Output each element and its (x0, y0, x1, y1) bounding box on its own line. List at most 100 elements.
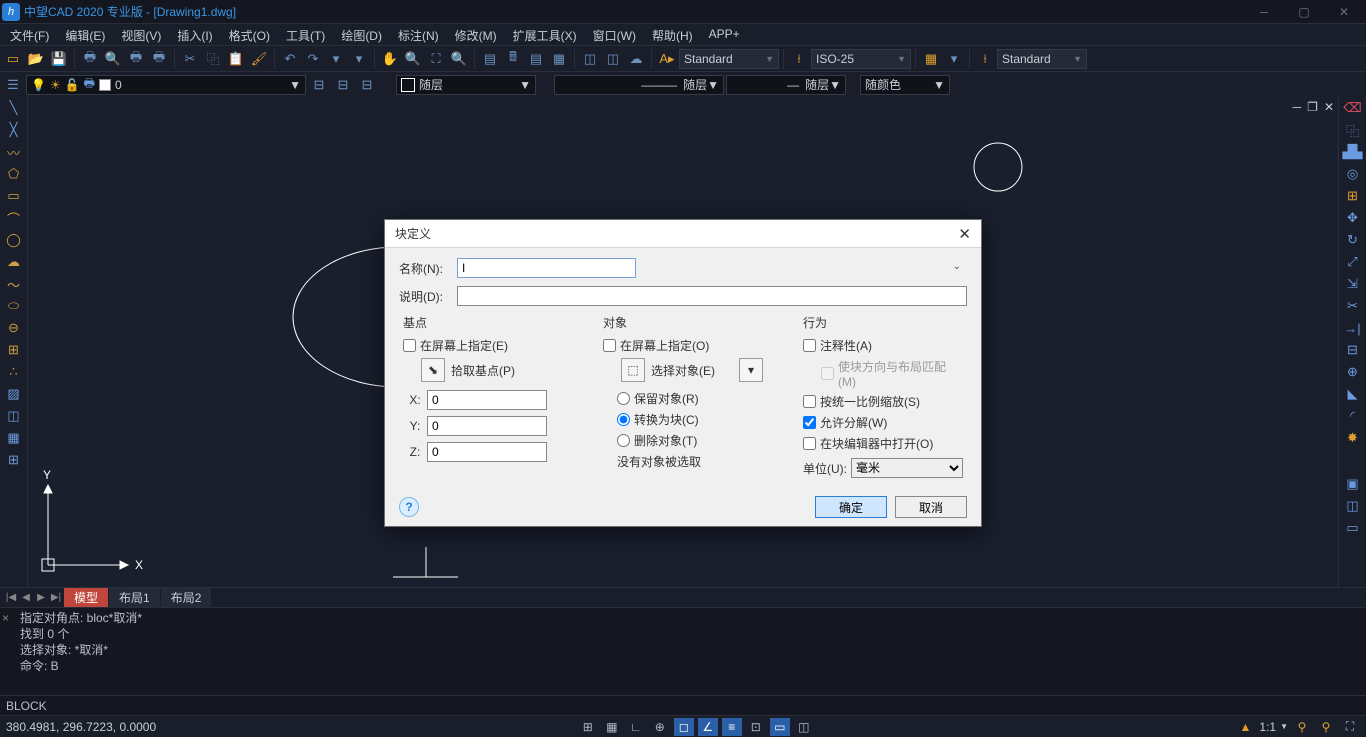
table-icon[interactable]: ▦ (3, 429, 25, 447)
erase-icon[interactable]: ⌫ (1342, 99, 1364, 117)
chamfer-icon[interactable]: ◣ (1342, 385, 1364, 403)
name-dropdown-icon[interactable]: ⌄ (953, 261, 961, 272)
offset-icon[interactable]: ◎ (1342, 165, 1364, 183)
desc-field[interactable] (457, 286, 967, 306)
publish-icon[interactable]: 🖶 (125, 48, 147, 70)
help-icon[interactable]: ? (399, 497, 419, 517)
pan-icon[interactable]: ✋ (379, 48, 401, 70)
std-icon[interactable]: ⟊ (974, 48, 996, 70)
dim-style-icon[interactable]: ⟊ (788, 48, 810, 70)
menu-dimension[interactable]: 标注(N) (390, 24, 447, 45)
x-field[interactable] (427, 390, 547, 410)
zoom-rt-icon[interactable]: 🔍 (402, 48, 424, 70)
y-field[interactable] (427, 416, 547, 436)
tool-pal-icon[interactable]: ▦ (548, 48, 570, 70)
obj-screen-checkbox[interactable]: 在屏幕上指定(O) (603, 337, 785, 354)
ellipse-icon[interactable]: ⬭ (3, 297, 25, 315)
layer-combo[interactable]: 💡 ☀ 🔓 🖶 0 ▼ (26, 75, 306, 95)
block-icon[interactable]: ◫ (579, 48, 601, 70)
menu-edit[interactable]: 编辑(E) (57, 24, 113, 45)
circle-icon[interactable]: ◯ (3, 231, 25, 249)
rotate-icon[interactable]: ↻ (1342, 231, 1364, 249)
extend-icon[interactable]: →| (1342, 319, 1364, 337)
menu-file[interactable]: 文件(F) (2, 24, 57, 45)
plotstyle-combo[interactable]: 随颜色▼ (860, 75, 950, 95)
unit-select[interactable]: 毫米 (851, 458, 963, 478)
menu-extend[interactable]: 扩展工具(X) (505, 24, 585, 45)
paste-icon[interactable]: 📋 (225, 48, 247, 70)
calc-icon[interactable]: 🖩 (502, 48, 524, 70)
tab-prev[interactable]: ◀ (19, 592, 33, 603)
pick-point-icon[interactable]: ⬊ (421, 358, 445, 382)
zoom-prev-icon[interactable]: 🔍 (448, 48, 470, 70)
match-icon[interactable]: 🖌 (248, 48, 270, 70)
fillet-icon[interactable]: ◜ (1342, 407, 1364, 425)
menu-app[interactable]: APP+ (701, 24, 748, 45)
open-icon[interactable]: 📂 (25, 48, 47, 70)
color-combo[interactable]: 随层▼ (396, 75, 536, 95)
pline-icon[interactable]: 〰 (3, 143, 25, 161)
window-close[interactable]: ✕ (1324, 5, 1364, 19)
name-field[interactable] (457, 258, 636, 278)
tab-layout2[interactable]: 布局2 (161, 588, 212, 607)
menu-insert[interactable]: 插入(I) (169, 24, 220, 45)
save-icon[interactable]: 💾 (48, 48, 70, 70)
tab-layout1[interactable]: 布局1 (109, 588, 160, 607)
layer-walk-icon[interactable]: ⊟ (356, 74, 378, 96)
tab-first[interactable]: |◀ (4, 592, 18, 603)
undo-drop-icon[interactable]: ▾ (325, 48, 347, 70)
menu-window[interactable]: 窗口(W) (585, 24, 644, 45)
new-icon[interactable]: ▭ (2, 48, 24, 70)
linetype-combo[interactable]: ———随层▼ (554, 75, 724, 95)
polygon-icon[interactable]: ⬠ (3, 165, 25, 183)
uniform-scale-checkbox[interactable]: 按统一比例缩放(S) (803, 393, 963, 410)
select-icon[interactable]: ▭ (1342, 519, 1364, 537)
window-maximize[interactable]: ▢ (1284, 5, 1324, 19)
cancel-button[interactable]: 取消 (895, 496, 967, 518)
grid-icon[interactable]: ⊞ (3, 451, 25, 469)
line-icon[interactable]: ╲ (3, 99, 25, 117)
dialog-close-icon[interactable]: ✕ (958, 225, 971, 243)
open-editor-checkbox[interactable]: 在块编辑器中打开(O) (803, 435, 963, 452)
redo-drop-icon[interactable]: ▾ (348, 48, 370, 70)
cut-icon[interactable]: ✂ (179, 48, 201, 70)
revcloud-icon[interactable]: ☁ (3, 253, 25, 271)
copy-icon[interactable]: ⿻ (202, 48, 224, 70)
base-screen-checkbox[interactable]: 在屏幕上指定(E) (403, 337, 585, 354)
dsm-icon[interactable]: ▤ (525, 48, 547, 70)
dim-style-combo[interactable]: ISO-25▼ (811, 49, 911, 69)
array-icon[interactable]: ⊞ (1342, 187, 1364, 205)
print-icon[interactable]: 🖶 (79, 48, 101, 70)
dialog-title-bar[interactable]: 块定义 ✕ (385, 220, 981, 248)
join-icon[interactable]: ⊕ (1342, 363, 1364, 381)
xref-icon[interactable]: ◫ (602, 48, 624, 70)
copy-obj-icon[interactable]: ⿻ (1342, 121, 1364, 139)
undo-icon[interactable]: ↶ (279, 48, 301, 70)
redo-icon[interactable]: ↷ (302, 48, 324, 70)
tab-next[interactable]: ▶ (34, 592, 48, 603)
zoom-win-icon[interactable]: ⛶ (425, 48, 447, 70)
draworder-icon[interactable]: ▣ (1342, 475, 1364, 493)
layer-iso-icon[interactable]: ⊟ (332, 74, 354, 96)
rect-icon[interactable]: ▭ (3, 187, 25, 205)
lineweight-combo[interactable]: —随层▼ (726, 75, 846, 95)
region-icon[interactable]: ◫ (3, 407, 25, 425)
delete-radio[interactable]: 删除对象(T) (617, 432, 785, 449)
text-style-combo[interactable]: Standard▼ (679, 49, 779, 69)
keep-radio[interactable]: 保留对象(R) (617, 390, 785, 407)
mirror-icon[interactable]: ▟▙ (1342, 143, 1364, 161)
z-field[interactable] (427, 442, 547, 462)
trim-icon[interactable]: ✂ (1342, 297, 1364, 315)
window-minimize[interactable]: ─ (1244, 5, 1284, 19)
point-icon[interactable]: ∴ (3, 363, 25, 381)
convert-radio[interactable]: 转换为块(C) (617, 411, 785, 428)
prop-icon[interactable]: ▤ (479, 48, 501, 70)
annotative-checkbox[interactable]: 注释性(A) (803, 337, 963, 354)
table-style-icon[interactable]: ▦ (920, 48, 942, 70)
stretch-icon[interactable]: ⇲ (1342, 275, 1364, 293)
menu-tools[interactable]: 工具(T) (278, 24, 333, 45)
menu-view[interactable]: 视图(V) (113, 24, 169, 45)
earc-icon[interactable]: ⊖ (3, 319, 25, 337)
tab-last[interactable]: ▶| (49, 592, 63, 603)
table-style-combo[interactable]: Standard▼ (997, 49, 1087, 69)
